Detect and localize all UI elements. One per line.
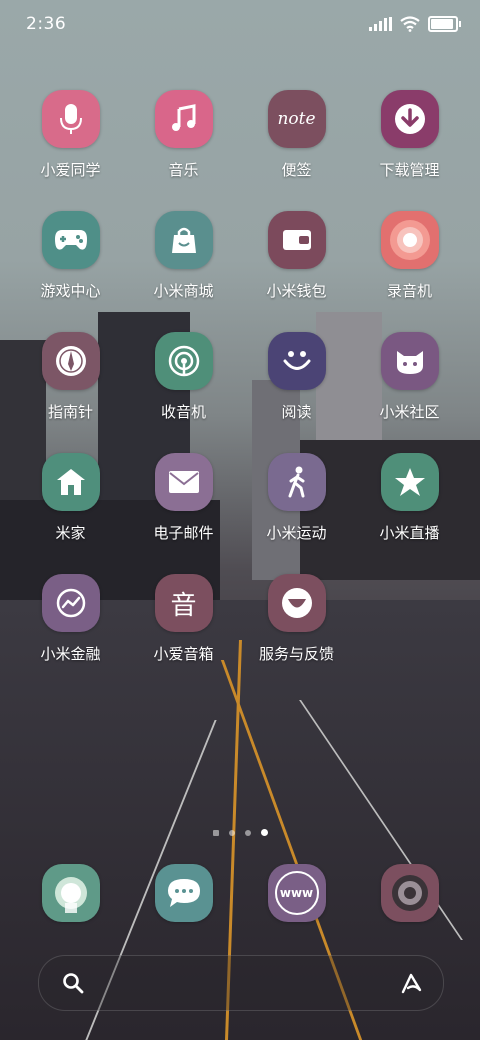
app-label: 下载管理 xyxy=(379,161,440,179)
speaker-icon: 音 xyxy=(154,574,213,632)
phone-icon xyxy=(41,864,100,922)
app-label: 便签 xyxy=(281,161,312,179)
search-bar[interactable] xyxy=(38,955,444,1011)
mail-icon xyxy=(154,453,213,511)
app-label: 小米直播 xyxy=(379,524,440,542)
compass-icon xyxy=(41,332,100,390)
note-glyph: note xyxy=(277,109,316,129)
cellular-signal-icon xyxy=(369,17,392,31)
app-music[interactable]: 音乐 xyxy=(127,90,240,180)
camera-icon xyxy=(380,864,439,922)
app-finance[interactable]: 小米金融 xyxy=(14,574,127,664)
app-label: 小米金融 xyxy=(40,645,101,663)
app-downloads[interactable]: 下载管理 xyxy=(353,90,466,180)
mi-bunny-icon xyxy=(380,332,439,390)
record-icon xyxy=(380,211,439,269)
dock-app-browser[interactable]: www xyxy=(240,864,353,922)
home-icon xyxy=(41,453,100,511)
app-label: 电子邮件 xyxy=(153,524,214,542)
browser-www-icon: www xyxy=(267,864,326,922)
battery-icon xyxy=(428,16,461,32)
www-glyph: www xyxy=(274,871,319,915)
walking-person-icon xyxy=(267,453,326,511)
app-label: 音乐 xyxy=(168,161,199,179)
dock: www xyxy=(14,864,466,922)
radio-icon xyxy=(154,332,213,390)
wifi-icon xyxy=(400,16,420,32)
app-notes[interactable]: note 便签 xyxy=(240,90,353,180)
app-label: 小米钱包 xyxy=(266,282,327,300)
page-dot-3[interactable] xyxy=(260,829,268,836)
finance-icon xyxy=(41,574,100,632)
app-xiaoai[interactable]: 小爱同学 xyxy=(14,90,127,180)
app-speaker[interactable]: 音小爱音箱 xyxy=(127,574,240,664)
app-label: 服务与反馈 xyxy=(258,645,334,663)
app-label: 小米社区 xyxy=(379,403,440,421)
gamepad-icon xyxy=(41,211,100,269)
app-label: 收音机 xyxy=(160,403,206,421)
page-indicator xyxy=(0,829,480,836)
app-recorder[interactable]: 录音机 xyxy=(353,211,466,301)
note-icon: note xyxy=(267,90,326,148)
app-label: 小爱音箱 xyxy=(153,645,214,663)
app-label: 阅读 xyxy=(281,403,312,421)
download-icon xyxy=(380,90,439,148)
speaker-glyph: 音 xyxy=(170,590,197,621)
app-mall[interactable]: 小米商城 xyxy=(127,211,240,301)
app-label: 小米运动 xyxy=(266,524,327,542)
status-bar: 2:36 xyxy=(0,0,480,50)
app-grid: 小爱同学 音乐 note 便签 下载管理 游戏中心 小米商城 小米钱包 录音机 指南针 收音机 阅读小… xyxy=(14,90,466,664)
app-label: 游戏中心 xyxy=(40,282,101,300)
app-community[interactable]: 小米社区 xyxy=(353,332,466,422)
dock-app-messages[interactable] xyxy=(127,864,240,922)
page-indicator-menu[interactable] xyxy=(212,829,219,836)
app-games[interactable]: 游戏中心 xyxy=(14,211,127,301)
microphone-icon xyxy=(41,90,100,148)
app-compass[interactable]: 指南针 xyxy=(14,332,127,422)
page-dot-1[interactable] xyxy=(228,829,235,836)
feedback-icon xyxy=(267,574,326,632)
app-reader[interactable]: 阅读 xyxy=(240,332,353,422)
voice-assistant-icon[interactable] xyxy=(399,970,425,996)
music-note-icon xyxy=(154,90,213,148)
message-icon xyxy=(154,864,213,922)
app-live[interactable]: 小米直播 xyxy=(353,453,466,543)
app-label: 米家 xyxy=(55,524,86,542)
dock-app-camera[interactable] xyxy=(353,864,466,922)
app-feedback[interactable]: 服务与反馈 xyxy=(240,574,353,664)
app-wallet[interactable]: 小米钱包 xyxy=(240,211,353,301)
app-mail[interactable]: 电子邮件 xyxy=(127,453,240,543)
search-icon xyxy=(63,973,84,994)
app-label: 录音机 xyxy=(386,282,432,300)
app-label: 小爱同学 xyxy=(40,161,101,179)
shopping-bag-icon xyxy=(154,211,213,269)
dock-app-phone[interactable] xyxy=(14,864,127,922)
page-dot-2[interactable] xyxy=(244,829,251,836)
app-sports[interactable]: 小米运动 xyxy=(240,453,353,543)
smile-icon xyxy=(267,332,326,390)
app-home[interactable]: 米家 xyxy=(14,453,127,543)
app-label: 小米商城 xyxy=(153,282,214,300)
app-label: 指南针 xyxy=(47,403,93,421)
star-icon xyxy=(380,453,439,511)
wallet-icon xyxy=(267,211,326,269)
app-radio[interactable]: 收音机 xyxy=(127,332,240,422)
status-time: 2:36 xyxy=(26,14,67,34)
